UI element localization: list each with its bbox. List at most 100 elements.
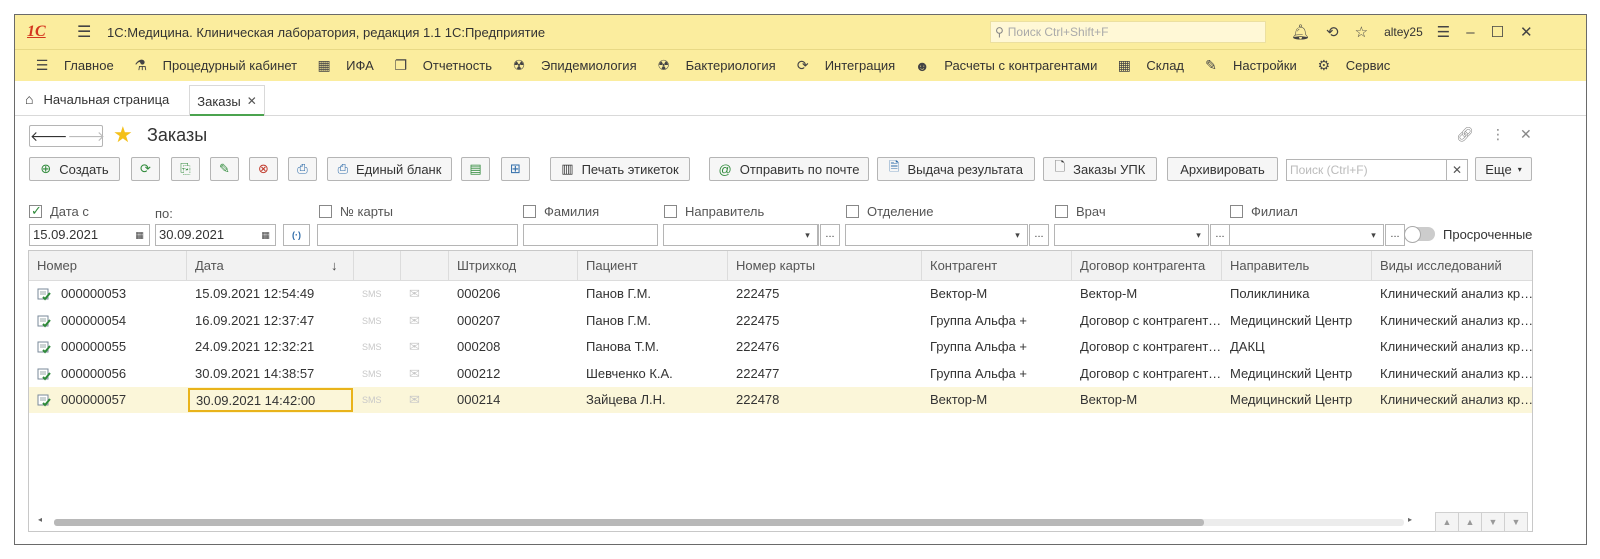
cell-barcode[interactable]: 000208 bbox=[449, 334, 578, 360]
cell-contractor[interactable]: Группа Альфа + bbox=[922, 308, 1072, 334]
cell-contract[interactable]: Договор с контрагентом bbox=[1072, 334, 1222, 360]
minimize-icon[interactable]: – bbox=[1466, 24, 1474, 41]
department-input[interactable] bbox=[845, 224, 1028, 246]
card-input[interactable] bbox=[317, 224, 518, 246]
referrer-input[interactable] bbox=[663, 224, 819, 246]
edit-button[interactable]: ✎ bbox=[210, 157, 239, 181]
print-button[interactable]: ⎙ bbox=[288, 157, 317, 181]
cell-research[interactable]: Клинический анализ крови bbox=[1372, 281, 1532, 307]
maximize-icon[interactable]: ☐ bbox=[1491, 23, 1504, 41]
notifications-bell-icon[interactable]: 🔔︎ bbox=[1291, 23, 1310, 41]
cell-card[interactable]: 222478 bbox=[728, 387, 922, 413]
cell-number[interactable]: 000000054 bbox=[53, 308, 187, 334]
column-header[interactable]: Номер карты bbox=[728, 251, 922, 281]
single-form-button[interactable]: ⎙ Единый бланк bbox=[327, 157, 452, 181]
cell-contract[interactable]: Вектор-М bbox=[1072, 281, 1222, 307]
section-7[interactable]: ☻ Расчеты с контрагентами bbox=[914, 58, 1098, 74]
cell-research[interactable]: Клинический анализ крови bbox=[1372, 334, 1532, 360]
cell-number[interactable]: 000000053 bbox=[53, 281, 187, 307]
department-choose-button[interactable]: ... bbox=[1029, 224, 1049, 246]
more-button[interactable]: Еще ▾ bbox=[1475, 157, 1532, 181]
archive-button[interactable]: Архивировать bbox=[1167, 157, 1278, 181]
link-icon[interactable]: 🔗︎ bbox=[1456, 126, 1474, 143]
section-6[interactable]: ⟳ Интеграция bbox=[795, 57, 895, 74]
cell-referrer[interactable]: Медицинский Центр bbox=[1222, 361, 1372, 387]
refresh-button[interactable]: ⟳ bbox=[131, 157, 160, 181]
doctor-input[interactable] bbox=[1054, 224, 1209, 246]
cell-contractor[interactable]: Вектор-М bbox=[922, 387, 1072, 413]
more-vertical-icon[interactable]: ⋮ bbox=[1491, 126, 1505, 143]
section-1[interactable]: ⚗ Процедурный кабинет bbox=[133, 57, 297, 74]
scroll-left-icon[interactable]: ◂ bbox=[38, 515, 42, 524]
cell-contractor[interactable]: Группа Альфа + bbox=[922, 361, 1072, 387]
section-5[interactable]: ☢ Бактериология bbox=[656, 57, 775, 74]
surname-filter-label[interactable]: Фамилия bbox=[523, 204, 599, 219]
branch-dropdown-icon[interactable]: ▾ bbox=[1364, 224, 1384, 246]
card-filter-label[interactable]: № карты bbox=[319, 204, 393, 219]
department-dropdown-icon[interactable]: ▾ bbox=[1008, 224, 1028, 246]
table-row[interactable]: 000000054 16.09.2021 12:37:47 SMS ✉ 000207 Па… bbox=[29, 308, 1532, 334]
form-close-icon[interactable]: ✕ bbox=[1520, 126, 1532, 143]
favorites-star-icon[interactable]: ☆ bbox=[1355, 23, 1368, 41]
cell-card[interactable]: 222477 bbox=[728, 361, 922, 387]
mail-icon[interactable]: ✉ bbox=[401, 334, 449, 360]
column-header[interactable] bbox=[401, 251, 449, 281]
date-from-checkbox[interactable] bbox=[29, 203, 42, 219]
report-button[interactable]: ▤ bbox=[461, 157, 490, 181]
main-menu-icon[interactable]: ☰ bbox=[77, 22, 93, 42]
overdue-toggle[interactable] bbox=[1404, 226, 1435, 243]
column-header[interactable]: Пациент bbox=[578, 251, 728, 281]
favorite-star-icon[interactable]: ★ bbox=[113, 123, 133, 147]
cell-date[interactable]: 30.09.2021 14:38:57 bbox=[187, 361, 354, 387]
cell-date[interactable]: 30.09.2021 14:42:00 bbox=[188, 388, 353, 412]
table-row[interactable]: 000000057 30.09.2021 14:42:00 SMS ✉ 000214 За… bbox=[29, 387, 1532, 413]
cell-barcode[interactable]: 000214 bbox=[449, 387, 578, 413]
section-8[interactable]: ▦ Склад bbox=[1116, 57, 1184, 74]
cell-barcode[interactable]: 000206 bbox=[449, 281, 578, 307]
tab-orders[interactable]: Заказы ✕ bbox=[189, 85, 265, 116]
cell-date[interactable]: 15.09.2021 12:54:49 bbox=[187, 281, 354, 307]
branch-checkbox[interactable] bbox=[1230, 205, 1243, 218]
horizontal-scrollbar[interactable]: ◂ ▸ bbox=[28, 512, 1533, 532]
sort-arrow-icon[interactable]: ↓ bbox=[331, 251, 338, 281]
doctor-choose-button[interactable]: ... bbox=[1210, 224, 1230, 246]
print-labels-button[interactable]: ▥ Печать этикеток bbox=[550, 157, 690, 181]
calendar-icon[interactable]: ▦ bbox=[130, 224, 150, 246]
period-select-icon[interactable]: (·) bbox=[283, 224, 310, 246]
table-row[interactable]: 000000056 30.09.2021 14:38:57 SMS ✉ 000212 Ше… bbox=[29, 361, 1532, 387]
cell-number[interactable]: 000000056 bbox=[53, 361, 187, 387]
calendar-icon[interactable]: ▦ bbox=[256, 224, 276, 246]
cell-contract[interactable]: Договор с контрагентом bbox=[1072, 308, 1222, 334]
create-button[interactable]: ⊕ Создать bbox=[29, 157, 120, 181]
sms-icon[interactable]: SMS bbox=[354, 281, 401, 307]
user-name[interactable]: altey25 bbox=[1384, 25, 1423, 39]
structure-button[interactable]: ⊞ bbox=[501, 157, 530, 181]
column-header[interactable]: Направитель bbox=[1222, 251, 1372, 281]
column-header[interactable]: Дата bbox=[187, 251, 354, 281]
surname-input[interactable] bbox=[523, 224, 658, 246]
tab-home[interactable]: ⌂ Начальная страница bbox=[25, 82, 169, 116]
cell-referrer[interactable]: Поликлиника bbox=[1222, 281, 1372, 307]
column-header[interactable]: Договор контрагента bbox=[1072, 251, 1222, 281]
tab-close-icon[interactable]: ✕ bbox=[247, 94, 257, 108]
issue-result-button[interactable]: 🗎︎ Выдача результата bbox=[877, 157, 1035, 181]
orders-table[interactable]: Номер Дата Штрихкод Пациент Номер карты Контр… bbox=[28, 250, 1533, 532]
section-0[interactable]: ☰ Главное bbox=[34, 57, 114, 74]
department-filter-label[interactable]: Отделение bbox=[846, 204, 934, 219]
table-row[interactable]: 000000053 15.09.2021 12:54:49 SMS ✉ 000206 Па… bbox=[29, 281, 1532, 307]
doctor-checkbox[interactable] bbox=[1055, 205, 1068, 218]
scroll-thumb[interactable] bbox=[54, 519, 1204, 526]
column-header[interactable] bbox=[354, 251, 401, 281]
mail-icon[interactable]: ✉ bbox=[401, 387, 449, 413]
cell-date[interactable]: 16.09.2021 12:37:47 bbox=[187, 308, 354, 334]
cell-contract[interactable]: Договор с контрагентом bbox=[1072, 361, 1222, 387]
cell-number[interactable]: 000000057 bbox=[53, 387, 187, 413]
upk-orders-button[interactable]: 🗋︎ Заказы УПК bbox=[1043, 157, 1157, 181]
copy-button[interactable]: ⎘ bbox=[171, 157, 200, 181]
cell-referrer[interactable]: ДАКЦ bbox=[1222, 334, 1372, 360]
cell-research[interactable]: Клинический анализ крови bbox=[1372, 361, 1532, 387]
cell-date[interactable]: 24.09.2021 12:32:21 bbox=[187, 334, 354, 360]
back-arrow-icon[interactable]: 🡐 bbox=[30, 126, 68, 146]
section-4[interactable]: ☢ Эпидемиология bbox=[511, 57, 637, 74]
cell-card[interactable]: 222475 bbox=[728, 308, 922, 334]
